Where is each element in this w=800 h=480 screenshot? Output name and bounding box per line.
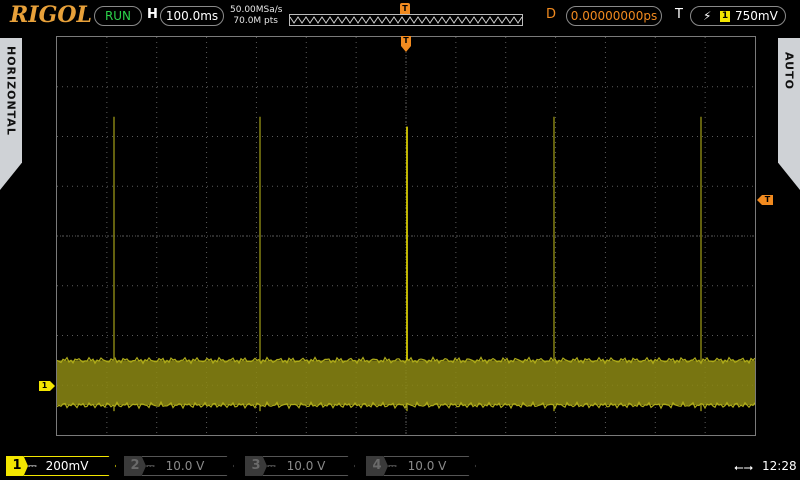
channel-4-scale: 10.0 V	[407, 459, 447, 473]
system-clock: 12:28	[762, 459, 797, 473]
dc-coupling-icon: ⎓	[267, 459, 276, 472]
sample-rate: 50.00MSa/s	[230, 5, 283, 15]
trigger-label: T	[675, 7, 683, 22]
channel-1-offset-arrow	[50, 381, 55, 391]
channel-3-scale: 10.0 V	[286, 459, 326, 473]
bottom-status-bar: 1 ⎓ 200mV 2 ⎓ 10.0 V 3 ⎓ 10.0 V 4 ⎓ 10.0…	[0, 452, 800, 480]
auto-menu-tab[interactable]: AUTO	[778, 38, 800, 190]
channel-2-scale: 10.0 V	[165, 459, 205, 473]
auto-tab-label: AUTO	[782, 52, 796, 90]
trigger-position-label: T	[401, 36, 411, 46]
top-status-bar: RIGOL RUN H 100.0ms 50.00MSa/s 70.0M pts…	[0, 0, 800, 32]
horizontal-tab-label: HORIZONTAL	[4, 46, 18, 136]
dc-coupling-icon: ⎓	[28, 459, 37, 472]
trigger-position-marker[interactable]: T	[401, 36, 411, 52]
brand-logo: RIGOL	[10, 2, 92, 28]
horizontal-menu-tab[interactable]: HORIZONTAL	[0, 38, 22, 190]
channel-4-number: 4	[366, 456, 388, 476]
acquisition-info: 50.00MSa/s 70.0M pts	[230, 5, 283, 27]
channel-1-offset-marker[interactable]: 1	[39, 381, 55, 391]
trigger-settings[interactable]: ⚡ 1 750mV	[690, 6, 786, 26]
waveform-noise-band	[57, 360, 755, 406]
rising-edge-icon: ⚡	[703, 9, 712, 23]
dc-coupling-icon: ⎓	[146, 459, 155, 472]
trigger-level-label: T	[762, 195, 773, 205]
trigger-position-arrow	[401, 46, 411, 52]
timebase-value[interactable]: 100.0ms	[160, 6, 224, 26]
channel-1-number: 1	[6, 456, 28, 476]
run-stop-status[interactable]: RUN	[94, 6, 142, 26]
memory-overview-strip	[289, 14, 523, 26]
memory-overview-waveform	[290, 16, 522, 24]
memory-trigger-position-marker: T	[400, 3, 410, 14]
usb-icon: ⭠⭢	[734, 460, 754, 474]
trigger-level: 750mV	[735, 9, 778, 23]
memory-overview-trace	[290, 16, 522, 24]
horizontal-label: H	[147, 7, 158, 22]
channel-1-waveform	[57, 116, 755, 412]
channel-1-scale: 200mV	[45, 459, 89, 473]
memory-depth: 70.0M pts	[233, 16, 278, 26]
channel-2-number: 2	[124, 456, 146, 476]
trigger-level-marker[interactable]: T	[757, 195, 773, 205]
waveform-display[interactable]	[56, 36, 756, 436]
delay-value[interactable]: 0.00000000ps	[566, 6, 662, 26]
dc-coupling-icon: ⎓	[388, 459, 397, 472]
delay-label: D	[546, 7, 557, 22]
channel-3-number: 3	[245, 456, 267, 476]
trigger-source: 1	[720, 11, 730, 22]
channel-1-offset-label: 1	[39, 381, 50, 391]
